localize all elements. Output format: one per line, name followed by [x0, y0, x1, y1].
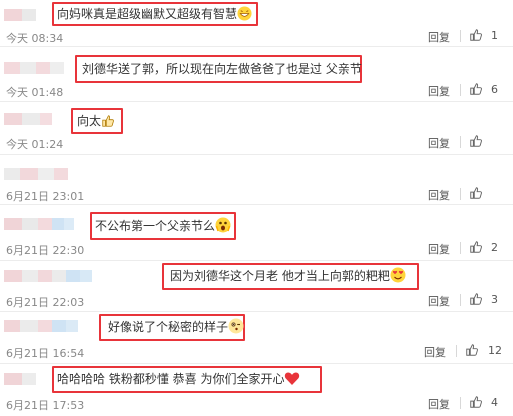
like-count: 4	[491, 396, 498, 409]
divider	[460, 136, 461, 148]
comment-timestamp: 6月21日 17:53	[6, 399, 85, 412]
divider	[460, 397, 461, 409]
divider	[460, 188, 461, 200]
reply-button[interactable]: 回复	[428, 396, 450, 412]
comment-row: 哈哈哈哈 铁粉都秒懂 恭喜 为你们全家开心 6月21日 17:53 回复 4	[0, 363, 513, 416]
comment-timestamp: 6月21日 22:30	[6, 244, 85, 257]
comment-text: 向太	[77, 112, 115, 130]
comment-timestamp: 6月21日 22:03	[6, 296, 85, 309]
username-mosaic[interactable]	[4, 373, 36, 385]
like-count: 6	[491, 83, 498, 96]
divider	[460, 242, 461, 254]
like-thumb-icon[interactable]	[469, 240, 483, 254]
comment-timestamp: 今天 01:48	[6, 86, 64, 99]
divider	[460, 84, 461, 96]
username-mosaic[interactable]	[4, 218, 74, 230]
comment-text: 刘德华送了郭，所以现在向左做爸爸了也是过 父亲节	[82, 60, 362, 78]
comment-text-content: 向妈咪真是超级幽默又超级有智慧	[57, 7, 238, 21]
comment-row: 好像说了个秘密的样子 6月21日 16:54 回复 12	[0, 311, 513, 364]
like-count: 12	[488, 344, 502, 357]
like-thumb-icon[interactable]	[469, 134, 483, 148]
like-thumb-icon[interactable]	[469, 82, 483, 96]
laugh-emoji-icon	[237, 6, 252, 21]
reply-button[interactable]: 回复	[428, 29, 450, 45]
reply-button[interactable]: 回复	[428, 83, 450, 99]
like-thumb-icon[interactable]	[469, 292, 483, 306]
comment-timestamp: 6月21日 23:01	[6, 190, 85, 203]
comment-text: 向妈咪真是超级幽默又超级有智慧	[57, 5, 252, 23]
username-mosaic[interactable]	[4, 9, 36, 21]
reply-button[interactable]: 回复	[428, 241, 450, 257]
wink-emoji-icon	[228, 318, 244, 334]
username-mosaic[interactable]	[4, 320, 78, 332]
comment-text: 不公布第一个父亲节么	[95, 217, 231, 235]
comment-row: 刘德华送了郭，所以现在向左做爸爸了也是过 父亲节 今天 01:48 回复 6	[0, 46, 513, 102]
like-thumb-icon[interactable]	[465, 343, 479, 357]
reply-button[interactable]: 回复	[428, 187, 450, 203]
like-thumb-icon[interactable]	[469, 186, 483, 200]
like-count: 2	[491, 241, 498, 254]
reply-button[interactable]: 回复	[424, 344, 446, 360]
thumbs-up-emoji-icon	[102, 115, 114, 127]
shocked-emoji-icon	[215, 217, 231, 233]
comment-row: 因为刘德华这个月老 他才当上向郭的粑粑 6月21日 22:03 回复 3	[0, 260, 513, 312]
like-thumb-icon[interactable]	[469, 395, 483, 409]
reply-button[interactable]: 回复	[428, 135, 450, 151]
divider	[456, 345, 457, 357]
like-thumb-icon[interactable]	[469, 28, 483, 42]
username-mosaic[interactable]	[4, 168, 68, 180]
comment-row: 不公布第一个父亲节么 6月21日 22:30 回复 2	[0, 204, 513, 261]
divider	[460, 294, 461, 306]
comment-text: 哈哈哈哈 铁粉都秒懂 恭喜 为你们全家开心	[57, 370, 300, 388]
comment-timestamp: 今天 08:34	[6, 32, 64, 45]
comment-text-content: 哈哈哈哈 铁粉都秒懂 恭喜 为你们全家开心	[57, 372, 285, 386]
comment-timestamp: 6月21日 16:54	[6, 347, 85, 360]
divider	[460, 30, 461, 42]
comment-row: 向太 今天 01:24 回复	[0, 101, 513, 155]
heart-eyes-emoji-icon	[390, 267, 406, 283]
comment-text-content: 不公布第一个父亲节么	[95, 219, 216, 233]
like-count: 1	[491, 29, 498, 42]
comment-timestamp: 今天 01:24	[6, 138, 64, 151]
like-count: 3	[491, 293, 498, 306]
comment-text-content: 好像说了个秘密的样子	[108, 320, 229, 334]
comment-text-content: 刘德华送了郭，所以现在向左做爸爸了也是过 父亲节	[82, 62, 362, 76]
username-mosaic[interactable]	[4, 62, 64, 74]
comment-row: 6月21日 23:01 回复	[0, 154, 513, 205]
username-mosaic[interactable]	[4, 270, 92, 282]
reply-button[interactable]: 回复	[428, 293, 450, 309]
comment-text-content: 向太	[77, 114, 102, 128]
heart-emoji-icon	[285, 372, 300, 385]
comment-text-content: 因为刘德华这个月老 他才当上向郭的粑粑	[170, 269, 390, 283]
comment-text: 因为刘德华这个月老 他才当上向郭的粑粑	[170, 267, 406, 285]
comment-text: 好像说了个秘密的样子	[108, 318, 244, 336]
comment-row: 向妈咪真是超级幽默又超级有智慧 今天 08:34 回复 1	[0, 0, 513, 47]
username-mosaic[interactable]	[4, 113, 52, 125]
